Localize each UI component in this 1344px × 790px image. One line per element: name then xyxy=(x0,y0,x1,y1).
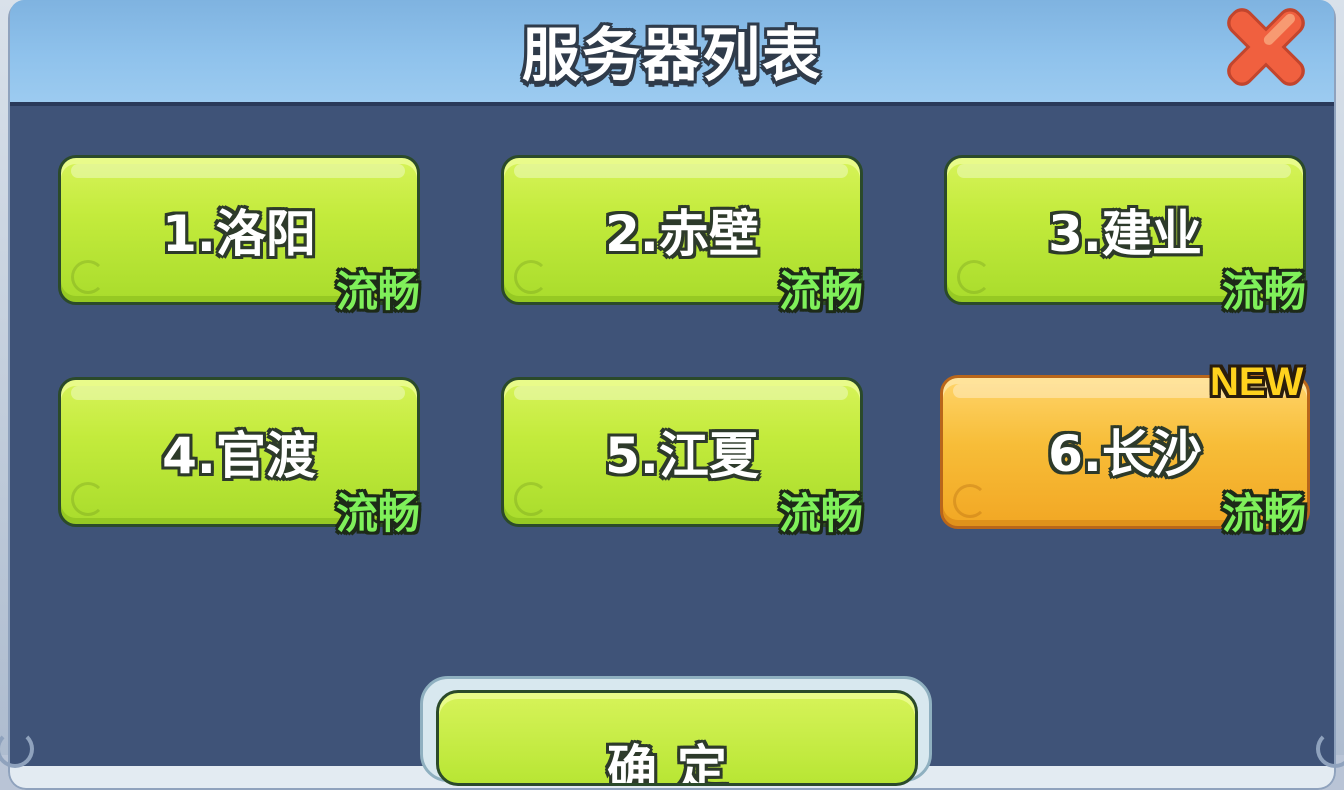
confirm-label: 确定 xyxy=(607,740,747,786)
button-highlight xyxy=(514,386,848,400)
server-name: 1.洛阳 xyxy=(162,205,316,263)
close-x-icon xyxy=(1227,8,1305,86)
dialog-title: 服务器列表 xyxy=(521,21,822,89)
server-status: 流畅 xyxy=(1222,489,1307,538)
swirl-ornament-icon xyxy=(953,484,987,518)
server-status: 流畅 xyxy=(336,489,421,538)
button-highlight xyxy=(514,164,848,178)
button-highlight xyxy=(957,164,1291,178)
server-name: 4.官渡 xyxy=(162,427,316,485)
server-name: 5.江夏 xyxy=(605,427,759,485)
server-status: 流畅 xyxy=(779,489,864,538)
server-status: 流畅 xyxy=(336,267,421,316)
server-name: 3.建业 xyxy=(1048,205,1202,263)
close-button[interactable] xyxy=(1206,0,1326,102)
button-highlight xyxy=(71,386,405,400)
server-status: 流畅 xyxy=(1222,267,1307,316)
confirm-button[interactable]: 确定 xyxy=(436,690,918,786)
server-name: 6.长沙 xyxy=(1048,425,1202,483)
new-badge: NEW xyxy=(1210,360,1304,404)
server-status: 流畅 xyxy=(779,267,864,316)
button-highlight xyxy=(71,164,405,178)
server-name: 2.赤壁 xyxy=(605,205,759,263)
